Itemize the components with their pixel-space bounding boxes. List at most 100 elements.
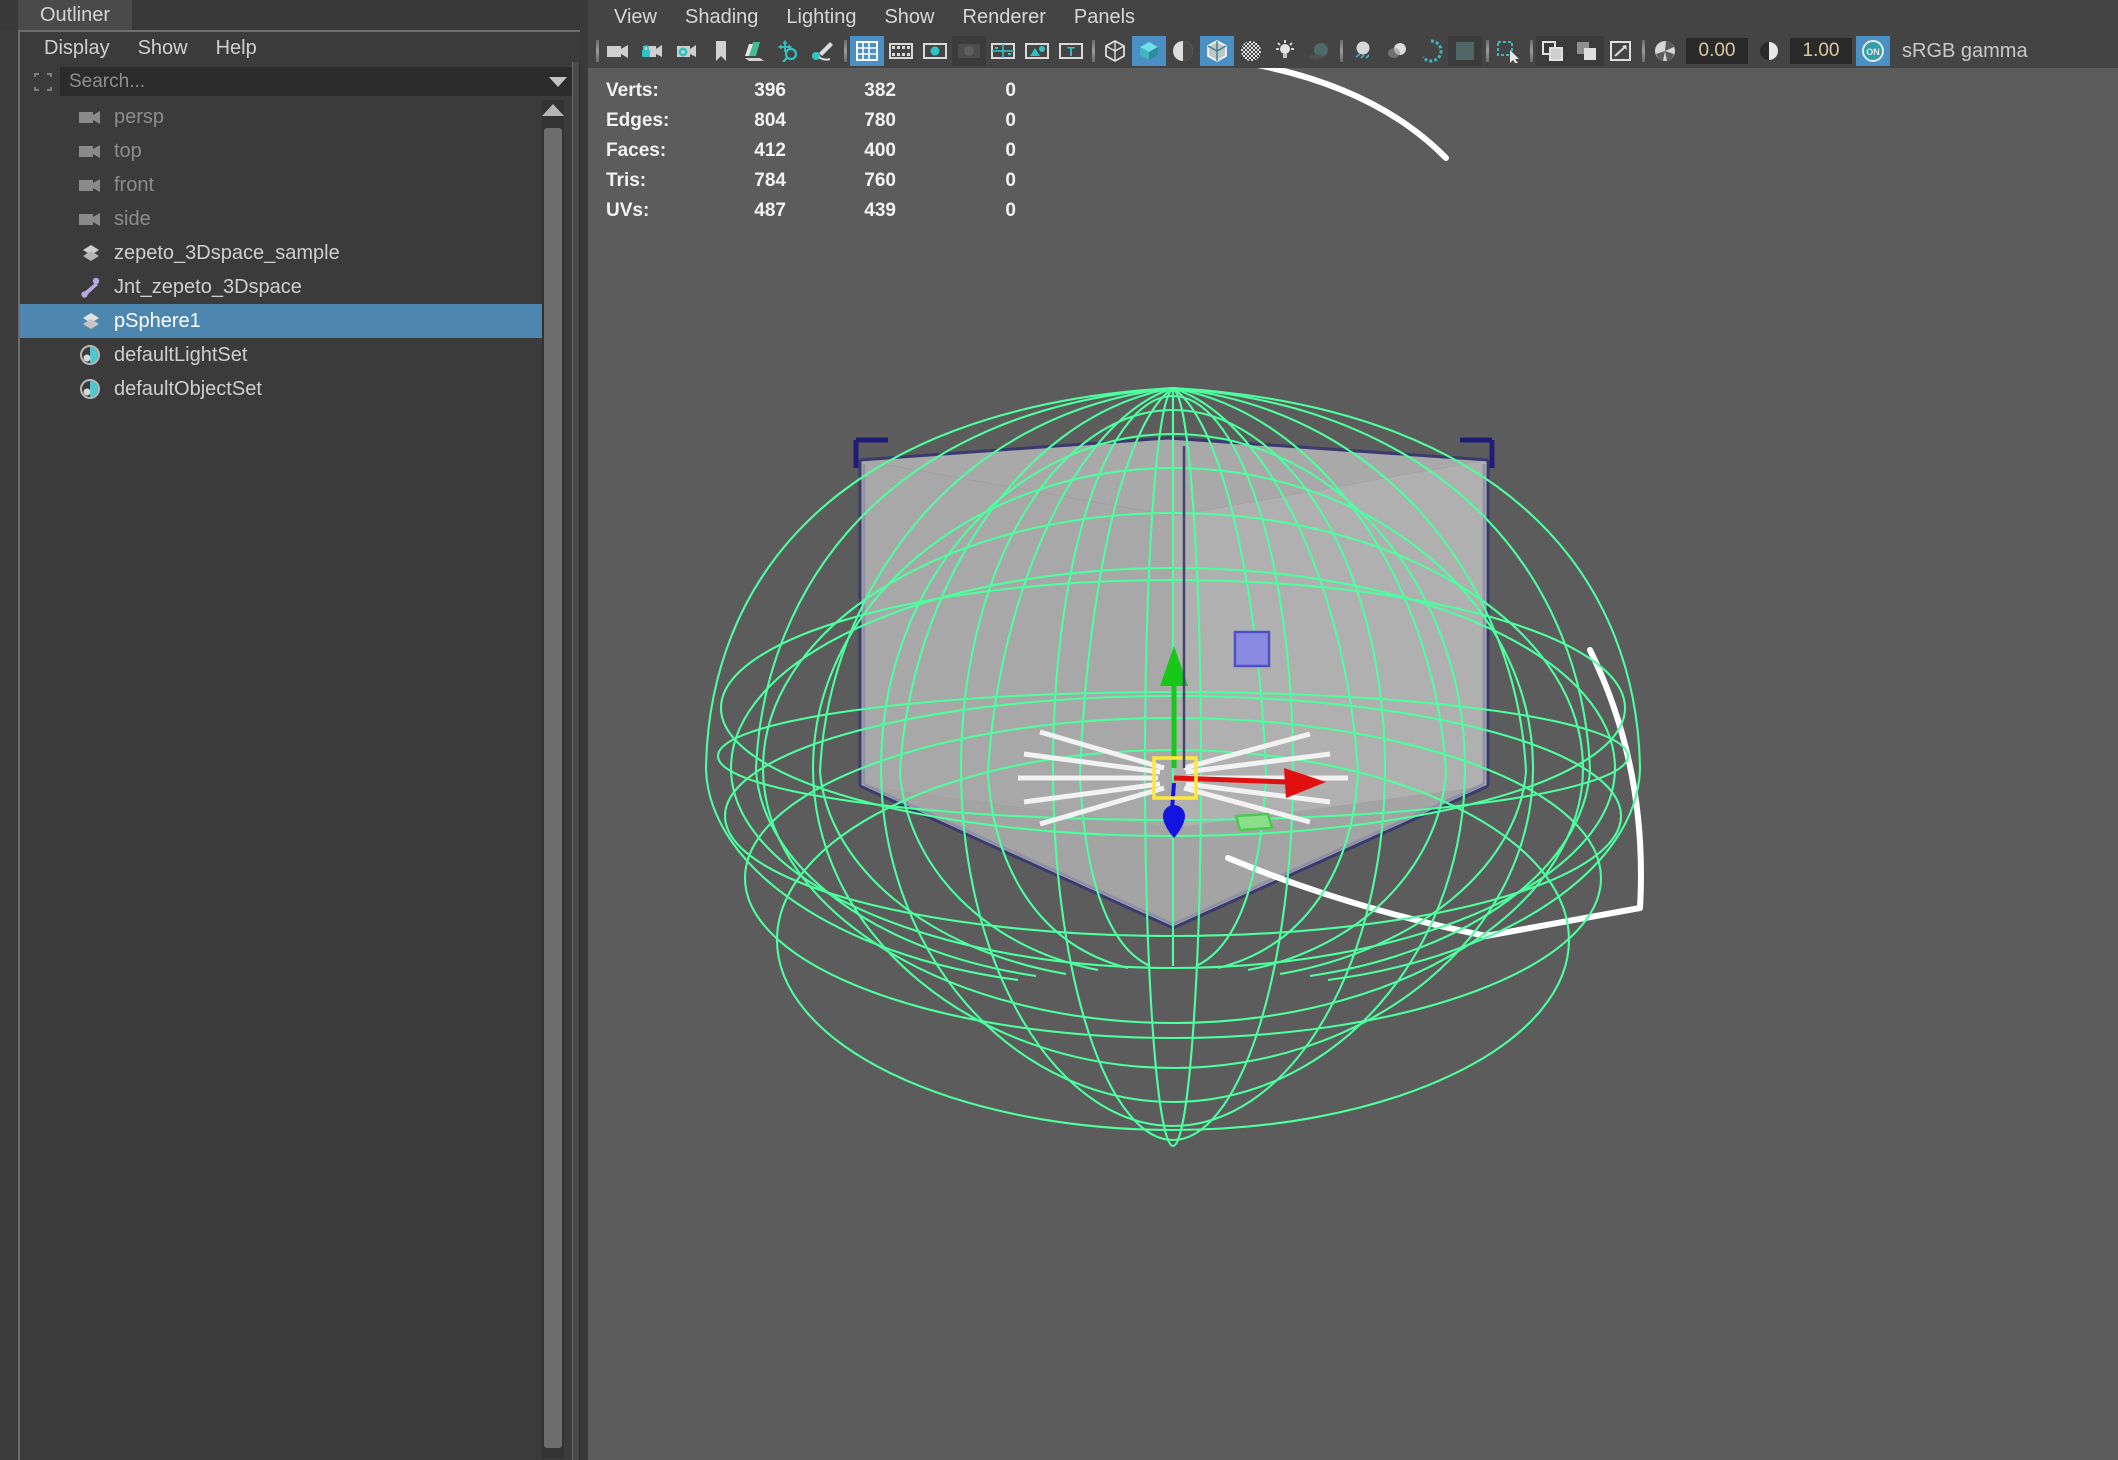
shadow-icon[interactable] — [1302, 36, 1336, 66]
menu-show[interactable]: Show — [124, 34, 202, 63]
vp-menu-lighting-label: Lighting — [786, 5, 857, 28]
tree-item-front[interactable]: front — [20, 168, 542, 202]
light-bulb-icon[interactable] — [1268, 36, 1302, 66]
safe-title-icon[interactable]: T — [1054, 36, 1088, 66]
paint-icon[interactable] — [806, 36, 840, 66]
svg-text:T: T — [1067, 44, 1075, 59]
vp-menu-panels[interactable]: Panels — [1060, 2, 1149, 33]
mesh-icon — [78, 310, 104, 332]
tree-item-label: zepeto_3Dspace_sample — [114, 241, 340, 264]
film-gate-icon[interactable] — [884, 36, 918, 66]
no-isolate-icon[interactable] — [1570, 36, 1604, 66]
color-management-toggle-icon[interactable]: ON — [1856, 36, 1890, 66]
outliner-panel: Outliner Display Show Help Search... per… — [0, 0, 580, 1460]
gamma-value-field[interactable]: 1.00 — [1790, 38, 1852, 64]
viewport-menu-bar: View Shading Lighting Show Renderer Pane… — [588, 0, 2118, 34]
exposure-value-field[interactable]: 0.00 — [1686, 38, 1748, 64]
manipulator-xy-plane-handle[interactable] — [1233, 630, 1271, 668]
manipulator-xz-plane-handle[interactable] — [1234, 812, 1274, 832]
vp-menu-shading[interactable]: Shading — [671, 2, 772, 33]
move-pivot-icon[interactable] — [772, 36, 806, 66]
outliner-tab-label: Outliner — [40, 4, 111, 26]
viewport-bg-icon[interactable] — [1448, 36, 1482, 66]
vp-menu-show[interactable]: Show — [870, 2, 948, 33]
tree-item-label: top — [114, 139, 142, 162]
tree-item-label: front — [114, 173, 155, 196]
snapshot-icon[interactable] — [1604, 36, 1638, 66]
search-dropdown-icon[interactable] — [549, 76, 567, 87]
aa-icon[interactable] — [1414, 36, 1448, 66]
camera-icon[interactable] — [602, 36, 636, 66]
xray-select-icon[interactable] — [1492, 36, 1526, 66]
toolbar-separator — [1336, 38, 1346, 64]
filter-selection-icon[interactable] — [26, 68, 60, 96]
image-plane-icon[interactable] — [738, 36, 772, 66]
svg-text:ON: ON — [1866, 47, 1880, 57]
outliner-tab-row: Outliner — [0, 0, 580, 30]
viewport-toolbar: T 0.00 1.00 ON sRGB gamma — [588, 34, 2118, 68]
wireframe-cube-icon[interactable] — [1098, 36, 1132, 66]
camera-icon — [78, 174, 104, 196]
tree-item-zepeto-3dspace-sample[interactable]: zepeto_3Dspace_sample — [20, 236, 542, 270]
toolbar-separator — [1526, 38, 1536, 64]
wireframe-on-shaded-icon[interactable] — [1200, 36, 1234, 66]
scroll-up-arrow-icon[interactable] — [542, 104, 564, 116]
bookmark-icon[interactable] — [704, 36, 738, 66]
search-field-wrapper[interactable] — [60, 67, 576, 96]
vp-menu-renderer-label: Renderer — [962, 5, 1046, 28]
texture-checker-icon[interactable] — [1234, 36, 1268, 66]
search-input[interactable] — [69, 70, 567, 93]
shade-sphere-icon[interactable] — [1166, 36, 1200, 66]
panel-splitter[interactable] — [572, 62, 580, 1460]
toolbar-separator — [840, 38, 850, 64]
safe-action-icon[interactable] — [1020, 36, 1054, 66]
menu-display[interactable]: Display — [30, 34, 124, 63]
outliner-vertical-scrollbar[interactable] — [542, 100, 564, 1458]
vp-menu-show-label: Show — [884, 5, 935, 28]
isolate-select-icon[interactable] — [1536, 36, 1570, 66]
menu-help[interactable]: Help — [202, 34, 271, 63]
tree-item-persp[interactable]: persp — [20, 100, 542, 134]
camera-lock-icon[interactable] — [636, 36, 670, 66]
viewport-3d-scene[interactable] — [588, 68, 2118, 1460]
outliner-tree[interactable]: persp top front side zepeto_3Dspace_samp… — [20, 100, 542, 1460]
toolbar-separator — [1638, 38, 1648, 64]
camera-settings-icon[interactable] — [670, 36, 704, 66]
toolbar-separator — [592, 38, 602, 64]
joint-icon — [78, 276, 104, 298]
tree-item-label: side — [114, 207, 151, 230]
tree-item-top[interactable]: top — [20, 134, 542, 168]
tree-item-side[interactable]: side — [20, 202, 542, 236]
viewport-panel: View Shading Lighting Show Renderer Pane… — [588, 0, 2118, 1460]
menu-show-label: Show — [137, 36, 188, 59]
exposure-icon[interactable] — [1648, 36, 1682, 66]
tree-item-label: defaultObjectSet — [114, 377, 262, 400]
vp-menu-view[interactable]: View — [600, 2, 671, 33]
gamma-icon[interactable] — [1752, 36, 1786, 66]
field-chart-icon[interactable] — [986, 36, 1020, 66]
grid-icon[interactable] — [850, 36, 884, 66]
vp-menu-lighting[interactable]: Lighting — [772, 2, 870, 33]
outliner-search-row — [20, 64, 580, 99]
outliner-menu-bar: Display Show Help — [20, 32, 580, 64]
tree-item-defaultlightset[interactable]: defaultLightSet — [20, 338, 542, 372]
resolution-gate-icon[interactable] — [918, 36, 952, 66]
tree-item-label: persp — [114, 105, 165, 128]
gamma-value-text: 1.00 — [1802, 40, 1840, 61]
vp-menu-renderer[interactable]: Renderer — [949, 2, 1060, 33]
tree-item-defaultobjectset[interactable]: defaultObjectSet — [20, 372, 542, 406]
exposure-value-text: 0.00 — [1698, 40, 1736, 61]
outliner-tab[interactable]: Outliner — [18, 0, 133, 30]
outliner-body: Display Show Help Search... persp top fr… — [18, 30, 580, 1460]
menu-help-label: Help — [215, 36, 257, 59]
gate-mask-icon[interactable] — [952, 36, 986, 66]
set-icon — [78, 378, 104, 400]
scrollbar-thumb[interactable] — [544, 128, 562, 1448]
mesh-icon — [78, 242, 104, 264]
tree-item-jnt-zepeto-3dspace[interactable]: Jnt_zepeto_3Dspace — [20, 270, 542, 304]
smooth-shade-cube-icon[interactable] — [1132, 36, 1166, 66]
motion-blur-icon[interactable] — [1380, 36, 1414, 66]
tree-item-psphere1[interactable]: pSphere1 — [20, 304, 542, 338]
menu-display-label: Display — [44, 36, 110, 59]
ao-icon[interactable] — [1346, 36, 1380, 66]
